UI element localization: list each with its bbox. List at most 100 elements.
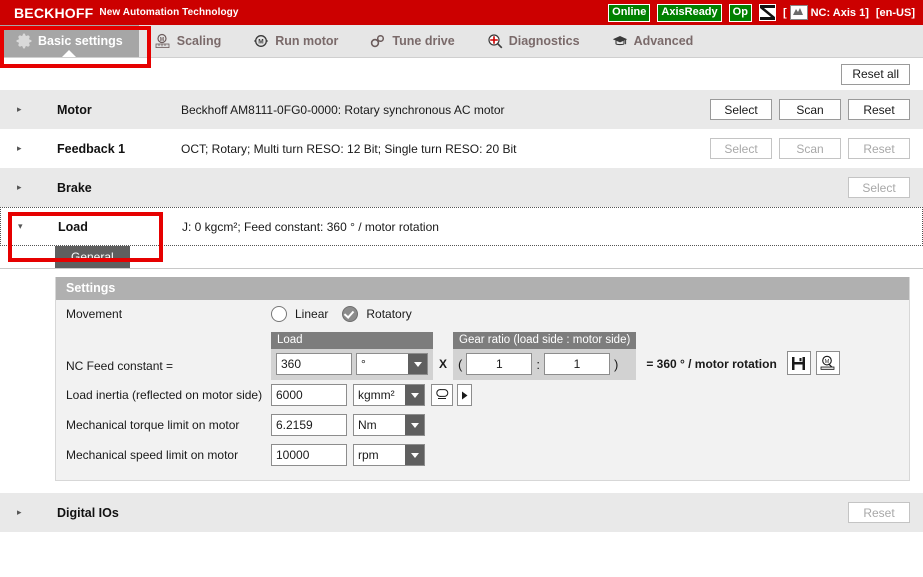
tab-diagnostics[interactable]: Diagnostics: [471, 25, 596, 57]
accordion-row-motor[interactable]: ▸ Motor Beckhoff AM8111-0FG0-0000: Rotar…: [0, 90, 923, 129]
accordion-actions-brake: Select: [848, 177, 910, 198]
brake-select-button[interactable]: Select: [848, 177, 910, 198]
feed-constant-unit-select[interactable]: °: [356, 353, 428, 375]
movement-radio-group: Linear Rotatory: [271, 306, 418, 322]
magnifier-icon: [487, 33, 503, 49]
feedback1-scan-button[interactable]: Scan: [779, 138, 841, 159]
accordion-desc-feedback1: OCT; Rotary; Multi turn RESO: 12 Bit; Si…: [181, 141, 517, 156]
tab-label: Scaling: [176, 34, 222, 48]
speed-limit-unit-value: rpm: [358, 448, 379, 462]
gear-ratio-motor-input[interactable]: [543, 353, 610, 375]
svg-text:M: M: [160, 37, 164, 43]
settings-panel: Settings Movement Linear Rotatory NC Fee…: [55, 277, 910, 481]
tab-basic-settings[interactable]: Basic settings: [0, 25, 139, 57]
accordion-row-feedback1[interactable]: ▸ Feedback 1 OCT; Rotary; Multi turn RES…: [0, 129, 923, 168]
ruler-magnifier-icon: M: [155, 33, 171, 49]
expand-arrow-icon[interactable]: ▸: [13, 144, 31, 153]
detect-feed-constant-button[interactable]: M: [815, 351, 840, 375]
accordion-title-digital-ios: Digital IOs: [57, 505, 119, 520]
load-group-body: °: [271, 349, 433, 380]
feedback1-reset-button[interactable]: Reset: [848, 138, 910, 159]
nc-axis-indicator: [ NC: Axis 1]: [783, 5, 869, 20]
chevron-down-icon: [405, 385, 424, 405]
tab-label: Basic settings: [38, 34, 123, 48]
motor-select-button[interactable]: Select: [710, 99, 772, 120]
twincat-flag-icon: [758, 4, 776, 21]
motor-reset-button[interactable]: Reset: [848, 99, 910, 120]
chevron-down-icon: [405, 445, 424, 465]
cylinder-icon: [435, 388, 449, 402]
feedback1-select-button[interactable]: Select: [710, 138, 772, 159]
expand-arrow-icon[interactable]: ▸: [13, 105, 31, 114]
tab-tune-drive[interactable]: Tune drive: [354, 25, 470, 57]
chevron-down-icon: [408, 354, 427, 374]
speed-limit-input[interactable]: [271, 444, 347, 466]
expand-arrow-icon[interactable]: ▸: [13, 183, 31, 192]
save-button[interactable]: [786, 351, 811, 375]
inertia-apply-button[interactable]: [457, 384, 472, 406]
gear-ratio-group-body: ( : ): [453, 349, 636, 380]
main-content: Reset all ▸ Motor Beckhoff AM8111-0FG0-0…: [0, 58, 923, 532]
settings-panel-title: Settings: [56, 277, 909, 300]
subtab-general[interactable]: General: [55, 246, 130, 268]
gear-ratio-group-header: Gear ratio (load side : motor side): [453, 332, 637, 349]
load-inertia-input[interactable]: [271, 384, 347, 406]
reset-all-button[interactable]: Reset all: [841, 63, 910, 85]
feed-constant-unit-value: °: [361, 357, 366, 371]
accordion-desc-load: J: 0 kgcm²; Feed constant: 360 ° / motor…: [182, 219, 439, 234]
accordion-row-load[interactable]: ▾ Load J: 0 kgcm²; Feed constant: 360 ° …: [0, 207, 923, 246]
tab-label: Diagnostics: [508, 34, 580, 48]
tab-advanced[interactable]: Advanced: [596, 25, 710, 57]
accordion-actions-feedback1: Select Scan Reset: [710, 138, 910, 159]
radio-linear[interactable]: [271, 306, 287, 322]
tab-scaling[interactable]: M Scaling: [139, 25, 237, 57]
tab-label: Run motor: [275, 34, 339, 48]
toolbar: Reset all: [0, 58, 923, 90]
radio-linear-label: Linear: [295, 307, 329, 321]
language-indicator: [en-US]: [875, 6, 915, 19]
speed-limit-unit-select[interactable]: rpm: [353, 444, 425, 466]
load-group-header: Load: [271, 332, 433, 349]
accordion-title-load: Load: [58, 219, 88, 234]
load-inertia-label: Load inertia (reflected on motor side): [66, 388, 263, 402]
nc-axis-text: NC: Axis 1]: [810, 6, 869, 19]
digital-ios-reset-button[interactable]: Reset: [848, 502, 910, 523]
load-inertia-row: Load inertia (reflected on motor side) k…: [56, 380, 909, 410]
feed-constant-label: NC Feed constant =: [66, 359, 174, 373]
torque-limit-unit-select[interactable]: Nm: [353, 414, 425, 436]
svg-text:M: M: [259, 38, 264, 45]
gears-icon: [370, 33, 386, 49]
save-floppy-icon: [791, 356, 806, 371]
accordion-row-digital-ios[interactable]: ▸ Digital IOs Reset: [0, 493, 923, 532]
gear-ratio-load-input[interactable]: [466, 353, 533, 375]
accordion-row-brake[interactable]: ▸ Brake Select: [0, 168, 923, 207]
gear-icon: [16, 33, 32, 49]
load-detail-panel: General Settings Movement Linear Rotator…: [0, 246, 923, 481]
radio-rotatory[interactable]: [342, 306, 359, 322]
expand-arrow-icon[interactable]: ▸: [13, 508, 31, 517]
feed-constant-value-input[interactable]: [276, 353, 352, 375]
movement-row: Movement Linear Rotatory: [56, 300, 909, 328]
accordion-desc-motor: Beckhoff AM8111-0FG0-0000: Rotary synchr…: [181, 102, 505, 117]
status-badge-online: Online: [608, 3, 651, 22]
load-group: Load °: [271, 332, 433, 380]
accordion-title-motor: Motor: [57, 102, 92, 117]
paren-close: ): [613, 356, 619, 372]
feed-constant-result: = 360 ° / motor rotation: [646, 357, 777, 371]
tab-label: Advanced: [633, 34, 694, 48]
inertia-shape-button[interactable]: [431, 384, 453, 406]
load-inertia-unit-select[interactable]: kgmm²: [353, 384, 425, 406]
gear-ratio-group: Gear ratio (load side : motor side) ( : …: [453, 332, 637, 380]
ratio-colon: :: [536, 356, 540, 372]
torque-limit-input[interactable]: [271, 414, 347, 436]
motor-scan-icon: M: [820, 355, 836, 371]
feed-constant-row: NC Feed constant = Load ° X Gear ratio (…: [56, 328, 909, 380]
motor-scan-button[interactable]: Scan: [779, 99, 841, 120]
tab-run-motor[interactable]: M Run motor: [237, 25, 354, 57]
collapse-arrow-icon[interactable]: ▾: [14, 222, 32, 231]
main-tabstrip: Basic settings M Scaling M Run motor Tun…: [0, 25, 923, 58]
nc-axis-icon: [789, 5, 808, 20]
torque-limit-unit-value: Nm: [358, 418, 377, 432]
speed-limit-row: Mechanical speed limit on motor rpm: [56, 440, 909, 470]
torque-limit-label: Mechanical torque limit on motor: [66, 418, 240, 432]
